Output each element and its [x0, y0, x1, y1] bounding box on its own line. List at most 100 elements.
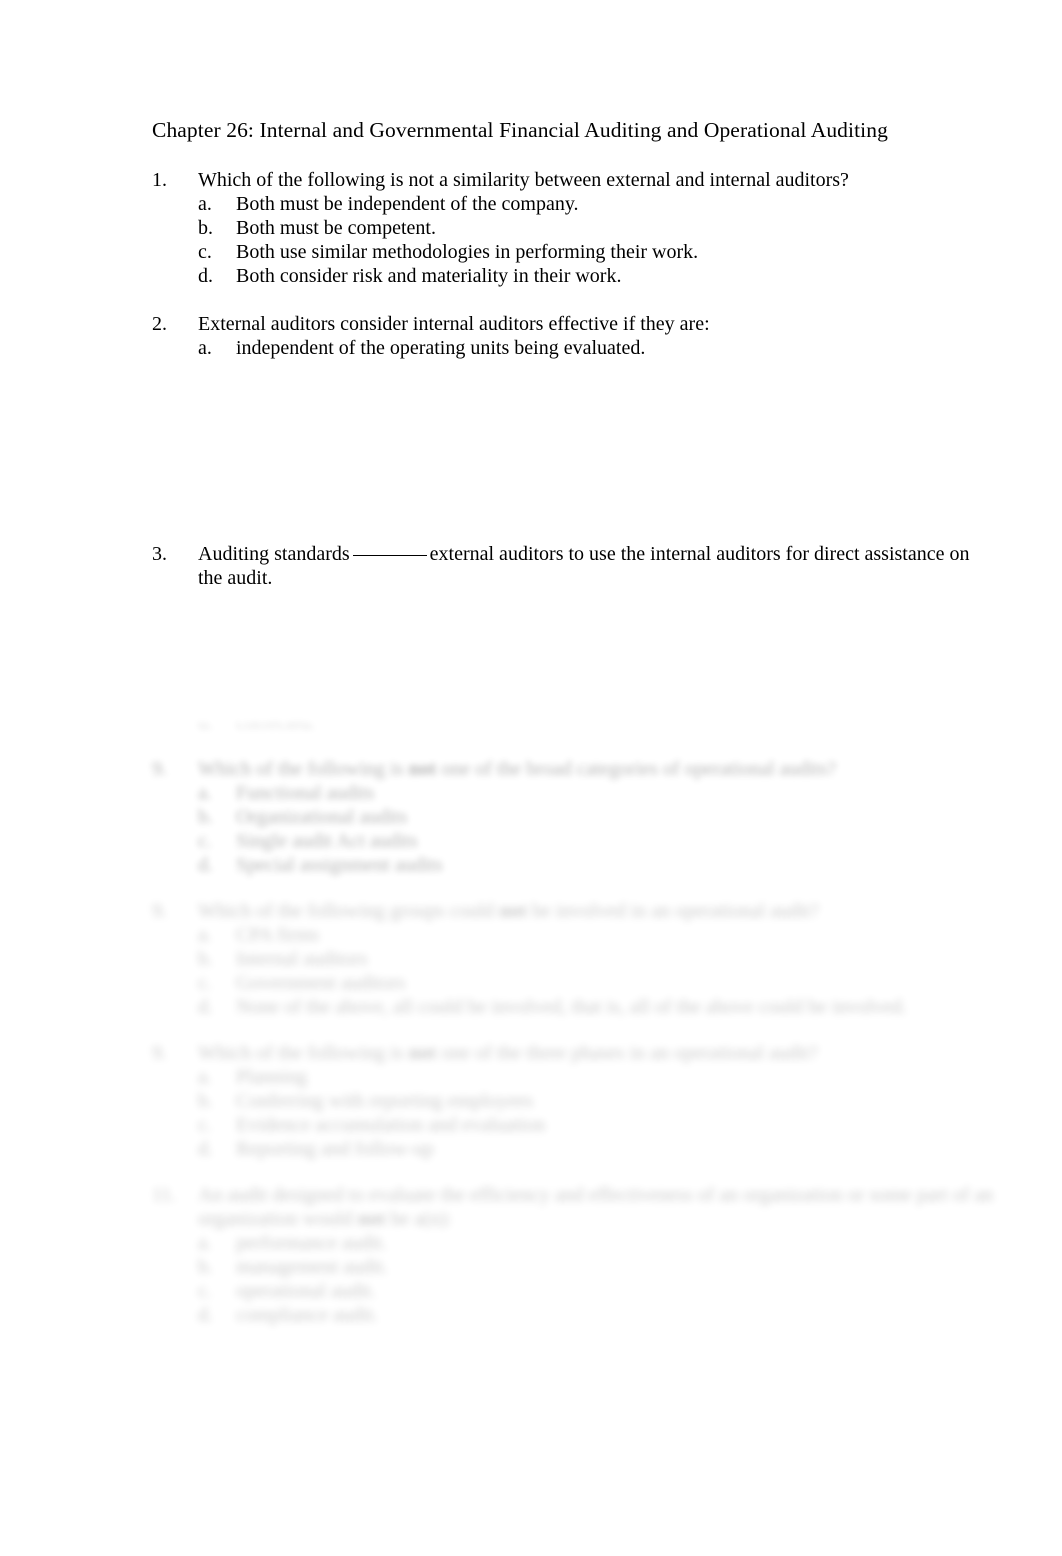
option-list: a. Functional audits b. Organizational a… [152, 781, 1012, 877]
question-block-3: 3. Auditing standards external auditors t… [152, 542, 988, 590]
question-stem-row: 11. An audit designed to evaluate the ef… [152, 1183, 1012, 1231]
option-text: Planning [236, 1066, 308, 1088]
option-text: Evidence accumulation and evaluation [236, 1114, 546, 1136]
question-stem: Which of the following is not one of the… [198, 757, 1012, 781]
question-emphasis-not: not [408, 758, 437, 780]
question-stem-part-2: one of the three phases in an operationa… [436, 1042, 818, 1064]
question-number: 11. [152, 1184, 177, 1206]
document-content: Chapter 26: Internal and Governmental Fi… [152, 118, 988, 590]
option-letter: c. [198, 1114, 212, 1136]
question-stem: Which of the following groups could not … [198, 899, 1012, 923]
option-text: operational audit. [236, 1280, 376, 1302]
option-letter: b. [198, 216, 213, 239]
document-page: Chapter 26: Internal and Governmental Fi… [0, 0, 1062, 1556]
question-stem-part-1: Which of the following is [198, 758, 409, 780]
question-stem-part-2: be involved in an operational audit? [526, 900, 819, 922]
option-text: CPA firms [236, 924, 320, 946]
option-text: Single audit Act audits [236, 830, 418, 852]
faded-lower-section: d. corrected. 9. Which of the following … [152, 722, 1012, 1327]
option-letter: c. [198, 1280, 212, 1302]
option-text: Reporting and follow-up [236, 1138, 434, 1160]
option-letter: d. [198, 854, 213, 876]
option-list: a. Both must be independent of the compa… [152, 192, 988, 288]
list-item: c. Single audit Act audits [198, 829, 1012, 853]
question-block-2: 2. External auditors consider internal a… [152, 312, 988, 360]
option-text: Both use similar methodologies in perfor… [236, 240, 699, 263]
faded-question-block-1: 9. Which of the following is not one of … [152, 757, 1012, 877]
question-stem: Auditing standards external auditors to u… [198, 542, 988, 590]
question-stem-part-2: be a(n): [385, 1208, 453, 1230]
question-emphasis-not: not [408, 1042, 437, 1064]
list-item: d. compliance audit. [198, 1303, 1012, 1327]
option-letter: a. [198, 1066, 212, 1088]
list-item[interactable]: a. Both must be independent of the compa… [198, 192, 988, 216]
option-text: Conferring with reporting employees [236, 1090, 534, 1112]
option-list: a. independent of the operating units be… [152, 336, 988, 360]
list-item[interactable]: d. Both consider risk and materiality in… [198, 264, 988, 288]
question-stem: Which of the following is not a similari… [198, 168, 988, 192]
option-text: Functional audits [236, 782, 375, 804]
option-letter: d. [198, 264, 213, 287]
option-letter: d. [198, 996, 213, 1018]
question-stem-part-1: Auditing standards [198, 542, 350, 565]
option-list: a. CPA firms b. Internal auditors c. Gov… [152, 923, 1012, 1019]
question-stem: An audit designed to evaluate the effici… [198, 1183, 1012, 1231]
option-letter: b. [198, 948, 213, 970]
list-item: a. Planning [198, 1065, 1012, 1089]
list-item[interactable]: a. independent of the operating units be… [198, 336, 988, 360]
list-item: a. CPA firms [198, 923, 1012, 947]
option-list: a. performance audit. b. management audi… [152, 1231, 1012, 1327]
faded-question-block-3: 9. Which of the following is not one of … [152, 1041, 1012, 1161]
question-stem-part-1: An audit designed to evaluate the effici… [198, 1184, 994, 1230]
option-text: performance audit. [236, 1232, 388, 1254]
list-item: b. management audit. [198, 1255, 1012, 1279]
list-item[interactable]: b. Both must be competent. [198, 216, 988, 240]
option-letter: a. [198, 336, 212, 359]
list-item: c. Government auditors [198, 971, 1012, 995]
question-number: 2. [152, 312, 167, 335]
option-text: management audit. [236, 1256, 389, 1278]
option-text: None of the above, all could be involved… [236, 996, 907, 1018]
list-item: d. Reporting and follow-up [198, 1137, 1012, 1161]
list-item: c. operational audit. [198, 1279, 1012, 1303]
question-number: 9. [152, 1042, 167, 1064]
option-letter: b. [198, 1090, 213, 1112]
question-number: 1. [152, 168, 167, 191]
question-stem-row: 3. Auditing standards external auditors t… [152, 542, 988, 590]
question-stem-part-2: a similarity between external and intern… [434, 168, 849, 191]
option-text: corrected. [236, 722, 316, 734]
list-item[interactable]: c. Both use similar methodologies in per… [198, 240, 988, 264]
question-stem-part-1: Which of the following groups could [198, 900, 500, 922]
question-stem-row: 2. External auditors consider internal a… [152, 312, 988, 336]
question-stem-part-2: one of the broad categories of operation… [436, 758, 837, 780]
question-stem-part-1: Which of the following is [198, 168, 409, 191]
list-item: d. Special assignment audits [198, 853, 1012, 877]
option-letter: c. [198, 830, 212, 852]
question-stem: External auditors consider internal audi… [198, 312, 710, 335]
option-letter: d. [198, 722, 213, 734]
fill-in-blank[interactable] [352, 554, 427, 556]
list-item: c. Evidence accumulation and evaluation [198, 1113, 1012, 1137]
option-text: independent of the operating units being… [236, 336, 646, 359]
question-block-1: 1. Which of the following is not a simil… [152, 168, 988, 288]
option-letter: c. [198, 972, 212, 994]
question-stem-row: 9. Which of the following groups could n… [152, 899, 1012, 923]
vertical-gap [152, 360, 988, 542]
question-emphasis-not: not [499, 900, 527, 922]
question-emphasis-not: not [357, 1208, 386, 1230]
option-text: Organizational audits [236, 806, 408, 828]
page-title: Chapter 26: Internal and Governmental Fi… [152, 118, 888, 142]
question-stem-row: 9. Which of the following is not one of … [152, 1041, 1012, 1065]
option-text: Special assignment audits [236, 854, 443, 876]
list-item: b. Organizational audits [198, 805, 1012, 829]
list-item: b. Conferring with reporting employees [198, 1089, 1012, 1113]
option-letter: b. [198, 1256, 213, 1278]
option-letter: a. [198, 192, 212, 215]
question-stem-part-1: Which of the following is [198, 1042, 409, 1064]
option-letter: c. [198, 240, 212, 263]
faded-question-block-2: 9. Which of the following groups could n… [152, 899, 1012, 1019]
option-text: Both must be independent of the company. [236, 192, 579, 215]
question-stem-row: 1. Which of the following is not a simil… [152, 168, 988, 192]
list-item: d. corrected. [198, 722, 1012, 735]
option-text: compliance audit. [236, 1304, 379, 1326]
